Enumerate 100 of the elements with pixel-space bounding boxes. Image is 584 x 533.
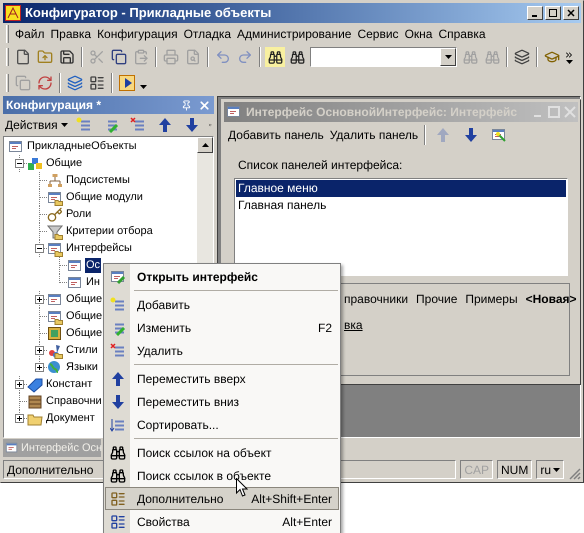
language-selector[interactable]: ru	[536, 460, 564, 479]
panel-tab[interactable]: <Новая>	[526, 290, 577, 308]
window-pencil-icon	[110, 268, 126, 284]
tag-icon	[27, 376, 43, 392]
play-icon	[119, 75, 135, 91]
menu-item[interactable]: Правка	[48, 24, 94, 42]
menu-item[interactable]: Администрирование	[234, 24, 354, 42]
tree-item[interactable]: Подсистемы	[65, 173, 131, 188]
toolbar-button[interactable]: Удалить панель	[330, 126, 418, 144]
pin-icon[interactable]	[181, 100, 192, 110]
tree-item[interactable]: Ин	[85, 275, 101, 290]
tree-toggle[interactable]	[35, 363, 44, 372]
panel-title: Конфигурация *	[6, 97, 102, 114]
tree-item[interactable]: Языки	[65, 360, 99, 375]
framed-picture-icon	[47, 326, 63, 342]
menu-item[interactable]: Свойства Alt+Enter	[105, 510, 339, 533]
menu-item[interactable]: Удалить	[105, 339, 339, 362]
list-row[interactable]: Главная панель	[236, 197, 566, 214]
scroll-up-icon[interactable]	[202, 143, 208, 147]
cabinet-icon	[27, 394, 43, 410]
tree-item[interactable]: Общие	[65, 309, 104, 324]
tree-item[interactable]: Интерфейсы	[65, 241, 133, 256]
tree-toggle[interactable]	[15, 380, 24, 389]
dropdown-arrow-icon	[444, 55, 452, 59]
toolbar-button[interactable]: Добавить панель	[228, 126, 324, 144]
arrow-up-icon	[156, 117, 173, 133]
arrow-up-icon	[110, 370, 126, 386]
tree-toggle[interactable]	[15, 159, 24, 168]
tree-toggle[interactable]	[35, 346, 44, 355]
close-icon	[567, 9, 575, 17]
binoculars-icon[interactable]	[264, 46, 286, 68]
tree-item[interactable]: Роли	[65, 207, 92, 222]
menu-item[interactable]: Переместить вниз	[105, 390, 339, 413]
cubes-icon	[27, 156, 43, 172]
tree-toggle[interactable]	[35, 295, 44, 304]
tree-item[interactable]: Ос	[85, 258, 102, 273]
maximize-icon	[549, 9, 557, 17]
key-icon	[47, 206, 63, 222]
list-add-icon	[110, 296, 126, 312]
arrow-down-icon	[184, 117, 200, 133]
tree-item[interactable]: Общие	[45, 156, 84, 171]
tree-item[interactable]: Общие модули	[65, 190, 144, 205]
list-row[interactable]: Главное меню	[236, 180, 566, 197]
arrow-down-icon	[110, 394, 126, 410]
chevrons-icon	[564, 50, 574, 60]
link[interactable]: вка	[344, 316, 363, 334]
caret-icon	[566, 60, 572, 64]
globe-icon	[47, 360, 63, 376]
window-folder-icon	[47, 190, 63, 206]
list-delete-icon	[110, 342, 126, 358]
status-indicator: NUM	[497, 460, 532, 479]
actions-menu-button[interactable]: Действия	[5, 116, 68, 134]
arrow-up-icon	[435, 127, 452, 143]
menu-item[interactable]: Открыть интерфейс	[105, 265, 339, 288]
close-button[interactable]	[563, 6, 579, 20]
binoculars-icon	[110, 444, 126, 460]
menu-item[interactable]: Изменить F2	[105, 316, 339, 339]
arrow-down-icon	[463, 127, 480, 143]
menu-item[interactable]: Отладка	[180, 24, 234, 42]
tree-item[interactable]: Общие	[65, 326, 104, 341]
menu-item[interactable]: Окна	[402, 24, 436, 42]
tree-item[interactable]: Стили	[65, 343, 99, 358]
window-title: Конфигуратор - Прикладные объекты	[25, 4, 272, 22]
menu-item[interactable]: Сервис	[354, 24, 402, 42]
dropdown-arrow-icon[interactable]	[140, 85, 147, 89]
maximize-button[interactable]	[545, 6, 561, 20]
list-delete-icon	[130, 117, 146, 133]
wizard-icon	[491, 127, 508, 143]
tree-toggle[interactable]	[15, 414, 24, 423]
caret-icon	[60, 123, 68, 127]
resize-grip-icon[interactable]	[568, 467, 581, 480]
tree-item[interactable]: Справочни	[45, 394, 103, 409]
menu-item[interactable]: Добавить	[105, 293, 339, 316]
panel-tab[interactable]: Примеры	[465, 290, 518, 308]
tree-item[interactable]: Общие	[65, 292, 104, 307]
app-icon	[5, 5, 21, 21]
menu-item[interactable]: Сортировать...	[105, 413, 339, 436]
menu-item[interactable]: Конфигурация	[94, 24, 181, 42]
list-label: Список панелей интерфейса:	[238, 157, 404, 174]
caret-icon	[553, 468, 560, 472]
minimize-button[interactable]	[527, 6, 543, 20]
search-combobox[interactable]	[310, 47, 457, 67]
menu-item[interactable]: Файл	[12, 24, 48, 42]
tree-toggle[interactable]	[35, 244, 44, 253]
panel-tab[interactable]: Прочие	[416, 290, 458, 308]
window-folder-icon	[47, 308, 63, 324]
list-add-icon	[76, 117, 92, 133]
tree-item[interactable]: Документ	[45, 411, 96, 426]
menu-item[interactable]: Справка	[435, 24, 489, 42]
menu-item[interactable]: Переместить вверх	[105, 367, 339, 390]
tree-item[interactable]: Констант	[45, 377, 94, 392]
palette-icon	[47, 342, 63, 358]
run-icon[interactable]	[116, 72, 138, 94]
menu-item[interactable]: Дополнительно Alt+Shift+Enter	[105, 487, 339, 510]
panel-tab[interactable]: правочники	[344, 290, 408, 308]
close-icon[interactable]	[198, 98, 211, 112]
form-icon	[110, 490, 126, 506]
tree-item[interactable]: Критерии отбора	[65, 224, 154, 239]
tree-item[interactable]: ПрикладныеОбъекты	[26, 139, 138, 154]
hierarchy-icon	[47, 172, 63, 188]
